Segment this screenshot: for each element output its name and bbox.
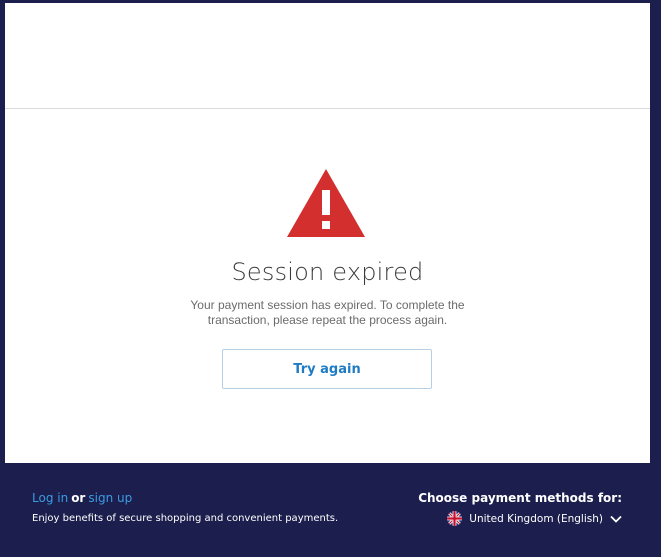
- country-selector[interactable]: United Kingdom (English): [447, 511, 622, 526]
- footer-payment-methods: Choose payment methods for: United Kingd…: [418, 491, 622, 531]
- auth-links: Log in or sign up: [32, 491, 338, 505]
- try-again-button[interactable]: Try again: [222, 349, 432, 389]
- warning-triangle-icon: [287, 169, 365, 237]
- error-description: Your payment session has expired. To com…: [190, 298, 465, 327]
- uk-flag-icon: [447, 511, 463, 526]
- page-title: Session expired: [231, 258, 424, 286]
- login-link[interactable]: Log in: [32, 491, 68, 505]
- page-frame: Session expired Your payment session has…: [0, 0, 661, 557]
- payment-methods-title: Choose payment methods for:: [418, 491, 622, 505]
- signup-link[interactable]: sign up: [88, 491, 132, 505]
- chevron-down-icon: [610, 515, 622, 523]
- payment-card: Session expired Your payment session has…: [5, 3, 650, 463]
- footer: Log in or sign up Enjoy benefits of secure…: [5, 463, 650, 554]
- or-text: or: [71, 491, 86, 505]
- footer-auth: Log in or sign up Enjoy benefits of secure…: [32, 491, 338, 524]
- header-area: [5, 3, 650, 109]
- benefits-text: Enjoy benefits of secure shopping and co…: [32, 513, 339, 524]
- country-label: United Kingdom (English): [469, 512, 603, 525]
